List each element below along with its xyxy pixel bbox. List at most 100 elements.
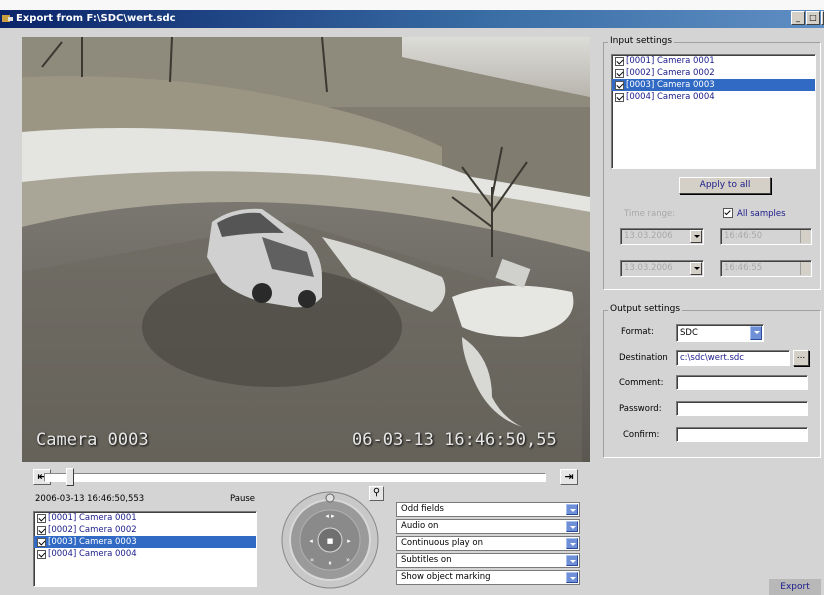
end-time-value: 16:46:55 (724, 263, 763, 273)
playback-camera-list[interactable]: [0001] Camera 0001 [0002] Camera 0002 [000… (33, 511, 257, 587)
camera-image (22, 37, 590, 462)
list-item[interactable]: [0001] Camera 0001 (34, 512, 256, 524)
input-camera-list[interactable]: [0001] Camera 0001 [0002] Camera 0002 [000… (611, 54, 816, 169)
camera-label: [0003] Camera 0003 (626, 80, 715, 90)
camera-checkbox[interactable] (37, 537, 46, 547)
chevron-down-icon (566, 572, 578, 583)
list-item[interactable]: [0003] Camera 0003 (612, 79, 815, 91)
password-field[interactable] (676, 401, 808, 416)
export-window: Export from F:\SDC\wert.sdc _ □ Camera 0… (0, 0, 824, 595)
go-to-end-button[interactable]: ⇥ (560, 469, 578, 485)
camera-name-overlay: Camera 0003 (36, 430, 149, 450)
all-samples-label: All samples (737, 209, 786, 219)
end-date-field[interactable]: 13.03.2006 (620, 260, 704, 277)
option-label: Show object marking (401, 572, 491, 582)
svg-text:▸: ▸ (347, 537, 351, 545)
chevron-down-icon (566, 555, 578, 566)
format-value: SDC (680, 328, 698, 338)
option-label: Continuous play on (401, 538, 483, 548)
destination-field[interactable]: c:\sdc\wert.sdc (676, 350, 790, 366)
svg-text:◂: ◂ (309, 537, 313, 545)
chevron-down-icon (566, 538, 578, 549)
comment-label: Comment: (619, 378, 664, 388)
start-date-value: 13.03.2006 (624, 231, 673, 241)
camera-label: [0002] Camera 0002 (626, 68, 715, 78)
title-bar: Export from F:\SDC\wert.sdc _ □ (0, 0, 824, 28)
camera-checkbox[interactable] (37, 549, 46, 559)
camera-label: [0004] Camera 0004 (48, 549, 137, 559)
comment-field[interactable] (676, 375, 808, 390)
svg-text:⏸: ⏸ (328, 559, 332, 567)
list-item[interactable]: [0004] Camera 0004 (34, 548, 256, 560)
list-item[interactable]: [0002] Camera 0002 (34, 524, 256, 536)
all-samples-checkbox[interactable] (723, 208, 733, 218)
minimize-button[interactable]: _ (791, 11, 805, 25)
confirm-label: Confirm: (623, 430, 660, 440)
option-select[interactable]: Subtitles on (396, 553, 580, 568)
export-button[interactable]: Export (769, 579, 821, 595)
svg-text:◂ ▸: ◂ ▸ (325, 512, 335, 520)
maximize-button[interactable]: □ (806, 11, 820, 25)
timestamp-overlay: 06-03-13 16:46:50,55 (352, 430, 557, 450)
svg-text:»: » (346, 556, 350, 564)
list-item[interactable]: [0003] Camera 0003 (34, 536, 256, 548)
start-date-field[interactable]: 13.03.2006 (620, 228, 704, 245)
destination-label: Destination (619, 353, 668, 363)
start-time-field[interactable]: 16:46:50 (720, 228, 812, 245)
password-label: Password: (619, 404, 662, 414)
chevron-down-icon (690, 230, 702, 243)
timeline-thumb[interactable] (65, 468, 74, 486)
end-time-field[interactable]: 16:46:55 (720, 260, 812, 277)
spin-icon (800, 230, 810, 243)
option-select[interactable]: Show object marking (396, 570, 580, 585)
start-time-value: 16:46:50 (724, 231, 763, 241)
jog-shuttle-control[interactable]: ◂ ▸ ■ ◂ ▸ ⏸ « » (280, 490, 380, 590)
browse-button[interactable]: ... (793, 350, 809, 366)
option-select[interactable]: Continuous play on (396, 536, 580, 551)
camera-checkbox[interactable] (37, 525, 46, 535)
camera-checkbox[interactable] (615, 68, 624, 78)
option-label: Subtitles on (401, 555, 452, 565)
camera-label: [0003] Camera 0003 (48, 537, 137, 547)
chevron-down-icon (566, 504, 578, 515)
output-settings-legend: Output settings (608, 304, 683, 314)
option-label: Audio on (401, 521, 439, 531)
time-range-label: Time range: (624, 209, 676, 219)
app-icon (2, 15, 13, 22)
option-select[interactable]: Odd fields (396, 502, 580, 517)
chevron-down-icon (690, 262, 702, 275)
format-label: Format: (621, 327, 654, 337)
chevron-down-icon (566, 521, 578, 532)
zoom-button[interactable]: ⚲ (369, 486, 384, 501)
camera-checkbox[interactable] (615, 56, 624, 66)
spin-icon (800, 262, 810, 275)
svg-text:■: ■ (327, 537, 334, 545)
confirm-field[interactable] (676, 427, 808, 442)
camera-label: [0002] Camera 0002 (48, 525, 137, 535)
camera-label: [0001] Camera 0001 (48, 513, 137, 523)
format-select[interactable]: SDC (676, 324, 764, 342)
timeline-slider[interactable] (44, 473, 546, 482)
list-item[interactable]: [0002] Camera 0002 (612, 67, 815, 79)
current-time-label: 2006-03-13 16:46:50,553 (35, 494, 145, 504)
camera-label: [0004] Camera 0004 (626, 92, 715, 102)
input-settings-legend: Input settings (608, 36, 675, 46)
window-title: Export from F:\SDC\wert.sdc (16, 13, 176, 24)
list-item[interactable]: [0004] Camera 0004 (612, 91, 815, 103)
option-select[interactable]: Audio on (396, 519, 580, 534)
list-item[interactable]: [0001] Camera 0001 (612, 55, 815, 67)
camera-checkbox[interactable] (615, 92, 624, 102)
skip-end-icon: ⇥ (564, 470, 574, 483)
svg-text:«: « (310, 556, 314, 564)
chevron-down-icon (750, 326, 762, 340)
camera-checkbox[interactable] (615, 80, 624, 90)
camera-label: [0001] Camera 0001 (626, 56, 715, 66)
option-label: Odd fields (401, 504, 444, 514)
playback-state-label: Pause (230, 494, 255, 504)
video-preview[interactable]: Camera 0003 06-03-13 16:46:50,55 (22, 37, 590, 462)
title-bar-strip: Export from F:\SDC\wert.sdc (0, 10, 824, 28)
zoom-icon: ⚲ (372, 487, 381, 498)
end-date-value: 13.03.2006 (624, 263, 673, 273)
camera-checkbox[interactable] (37, 513, 46, 523)
apply-to-all-button[interactable]: Apply to all (679, 177, 771, 194)
